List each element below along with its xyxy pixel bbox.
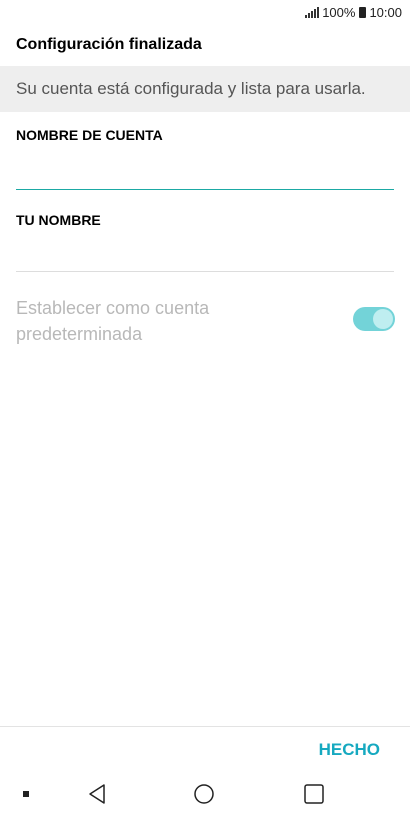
signal-icon — [305, 6, 320, 18]
default-account-toggle[interactable] — [353, 307, 395, 331]
status-bar: 100% 10:00 — [0, 0, 410, 24]
account-name-field[interactable] — [16, 148, 394, 190]
battery-percentage: 100% — [322, 4, 356, 20]
recents-icon[interactable] — [301, 776, 327, 812]
back-icon[interactable] — [84, 776, 110, 812]
battery-icon — [359, 6, 367, 18]
your-name-field[interactable] — [16, 232, 394, 272]
toggle-knob — [373, 309, 393, 329]
info-banner: Su cuenta está configurada y lista para … — [0, 66, 410, 112]
banner-message: Su cuenta está configurada y lista para … — [16, 79, 366, 98]
navigation-bar — [0, 776, 410, 820]
footer-divider — [0, 726, 410, 727]
account-name-label: NOMBRE DE CUENTA — [16, 127, 163, 143]
your-name-label: TU NOMBRE — [16, 212, 101, 228]
dot-icon[interactable] — [14, 776, 38, 812]
done-button[interactable]: HECHO — [319, 736, 380, 764]
home-icon[interactable] — [191, 776, 217, 812]
default-account-label: Establecer como cuenta predeterminada — [16, 298, 210, 344]
page-title: Configuración finalizada — [16, 36, 202, 53]
clock: 10:00 — [369, 4, 402, 20]
